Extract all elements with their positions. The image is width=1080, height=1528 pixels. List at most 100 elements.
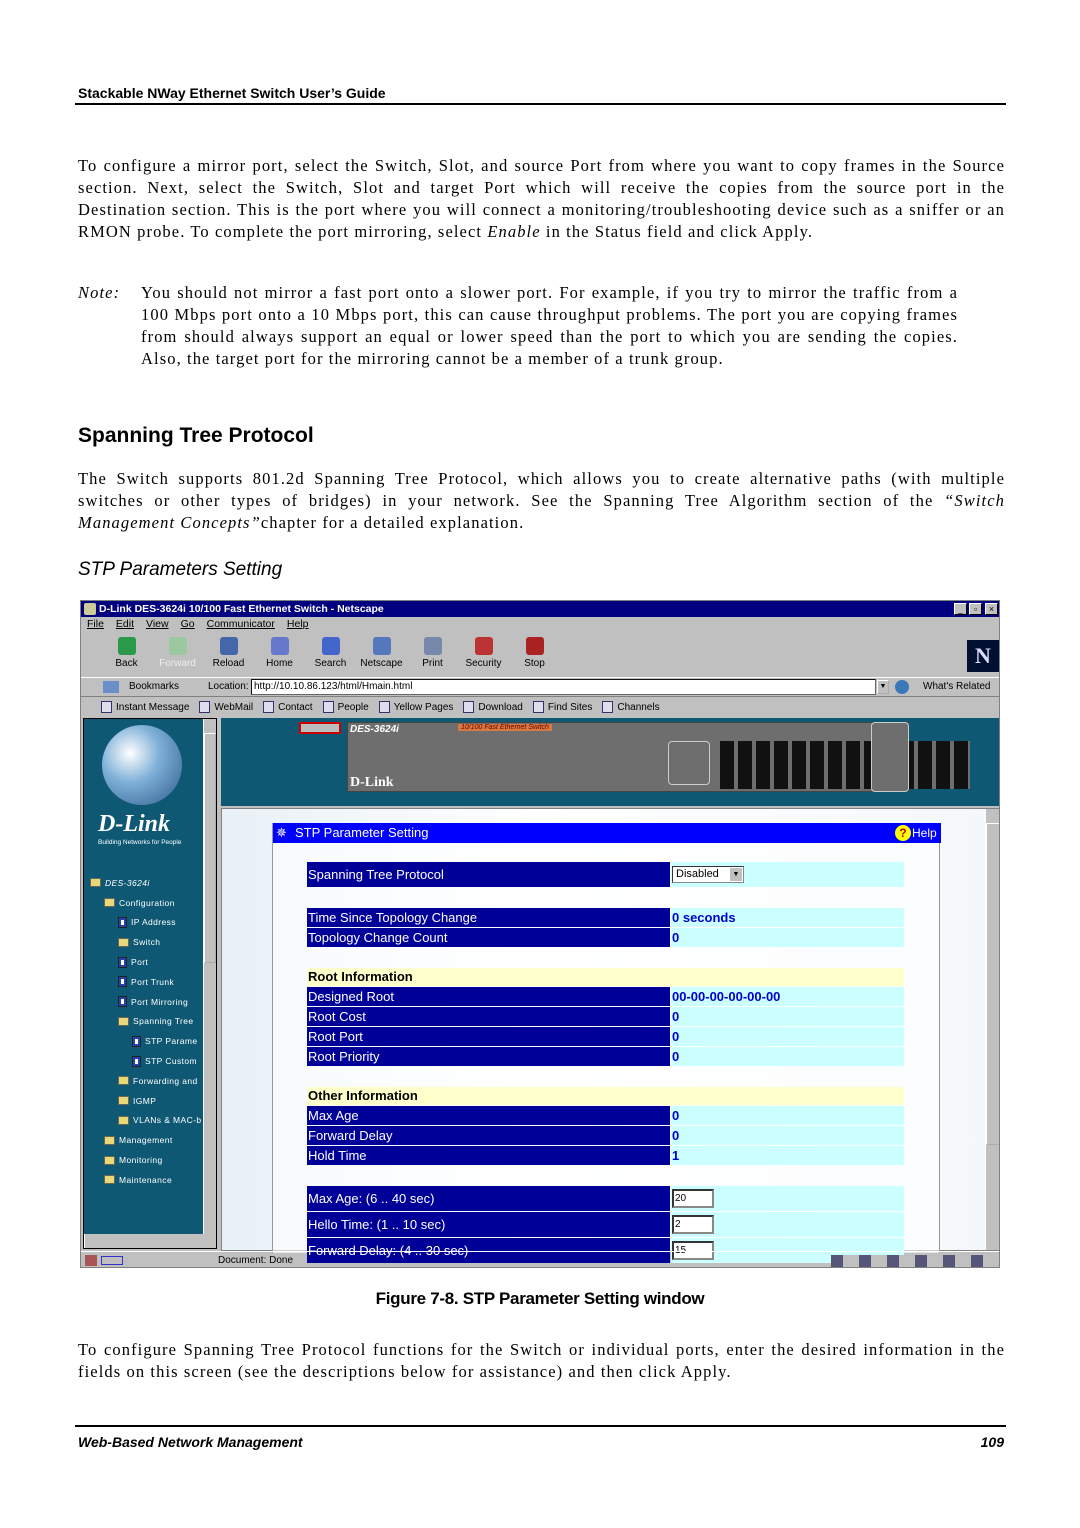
personal-instant-message[interactable]: Instant Message [101,701,189,713]
other-value: 0 [671,1126,904,1145]
folder-icon [118,1115,129,1125]
personal-people[interactable]: People [322,701,369,713]
back-icon [117,637,136,655]
netscape-window-icon [84,603,96,615]
personal-channels[interactable]: Channels [602,701,660,713]
main-vertical-scrollbar[interactable] [985,809,999,1250]
bookmark-page-icon [463,701,475,713]
nav-vertical-scrollbar[interactable] [203,719,216,1234]
print-button[interactable]: Print [407,637,458,669]
status-bar: Document: Done [81,1251,999,1267]
nav-horizontal-scrollbar[interactable] [84,1234,216,1248]
security-button[interactable]: Security [458,637,509,669]
nav-tree: DES-3624i Configuration IP Address Switch Po… [90,873,204,1190]
whats-related-button[interactable]: What's Related [923,681,991,692]
stop-button[interactable]: Stop [509,637,560,669]
parameter-input[interactable]: 2 [672,1215,714,1234]
minimize-button[interactable]: _ [954,603,967,615]
netscape-icon [372,637,391,655]
url-input[interactable]: http://10.10.86.123/html/Hmain.html [251,679,876,695]
parameter-input[interactable]: 20 [672,1189,714,1208]
personal-find-sites[interactable]: Find Sites [532,701,593,713]
close-button[interactable]: × [985,603,998,615]
home-button[interactable]: Home [254,637,305,669]
menu-help[interactable]: Help [287,618,309,630]
outro-text: To configure Spanning Tree Protocol func… [78,1340,1005,1381]
help-icon[interactable]: ? [895,825,911,841]
tree-item[interactable]: IP Address [90,913,204,933]
menu-file[interactable]: File [87,618,104,630]
bookmarks-button[interactable]: Bookmarks [129,681,179,692]
input-row: Hello Time: (1 .. 10 sec) 2 [307,1212,904,1237]
ethernet-ports[interactable] [720,741,970,789]
tree-label: Port Trunk [131,976,175,987]
switch-front-panel[interactable]: DES-3624i 10/100 Fast Ethernet Switch D-… [347,722,970,792]
root-row: Root Cost 0 [307,1007,904,1026]
chevron-down-icon[interactable]: ▼ [730,868,742,881]
tree-item[interactable]: Port Mirroring [90,992,204,1012]
tree-item[interactable]: STP Parame [90,1031,204,1051]
footer-rule [75,1425,1006,1427]
tree-label: Configuration [119,897,175,908]
personal-label: Find Sites [547,701,593,713]
tree-item[interactable]: Monitoring [90,1150,204,1170]
back-button[interactable]: Back [101,637,152,669]
menu-go[interactable]: Go [181,618,195,630]
tree-item[interactable]: Port Trunk [90,972,204,992]
tree-item[interactable]: Maintenance [90,1170,204,1190]
header-rule [75,103,1006,105]
menu-view[interactable]: View [146,618,169,630]
help-link[interactable]: Help [912,826,937,840]
whats-related-icon [895,680,909,694]
section-text: The Switch supports 801.2d Spanning Tree… [78,469,1005,510]
security-lock-icon[interactable] [85,1255,97,1266]
other-value: 0 [671,1106,904,1125]
menu-communicator[interactable]: Communicator [207,618,275,630]
slot1-module[interactable] [668,741,710,785]
root-value: 0 [671,1027,904,1046]
device-banner-frame: DES-3624i 10/100 Fast Ethernet Switch D-… [221,718,999,806]
stp-row: Spanning Tree Protocol Disabled ▼ [307,862,904,887]
tree-label: IP Address [131,917,176,928]
personal-contact[interactable]: Contact [263,701,313,713]
tree-item[interactable]: DES-3624i [90,873,204,893]
tree-item[interactable]: IGMP [90,1091,204,1111]
component-bar-icons[interactable] [831,1255,991,1267]
forward-icon [168,637,187,655]
tree-item[interactable]: Port [90,952,204,972]
toolbar-label: Security [465,658,502,669]
personal-webmail[interactable]: WebMail [199,701,253,713]
tree-item[interactable]: Configuration [90,893,204,913]
other-info-header: Other Information [307,1087,904,1105]
forward-button[interactable]: Forward [152,637,203,669]
toolbar-label: Search [314,658,347,669]
tree-item[interactable]: STP Custom [90,1051,204,1071]
personal-yellow-pages[interactable]: Yellow Pages [378,701,453,713]
bookmark-page-icon [532,701,544,713]
tree-label: Monitoring [119,1155,163,1166]
stp-label: Spanning Tree Protocol [307,862,670,887]
tree-item[interactable]: Management [90,1130,204,1150]
folder-icon [104,1155,115,1165]
search-button[interactable]: Search [305,637,356,669]
tree-item[interactable]: Switch [90,932,204,952]
netscape-button[interactable]: Netscape [356,637,407,669]
tree-item[interactable]: VLANs & MAC-b [90,1111,204,1131]
slot3-module[interactable] [871,722,909,792]
device-thumbnail[interactable] [299,722,341,734]
toolbar-label: Netscape [360,658,403,669]
reload-button[interactable]: Reload [203,637,254,669]
tree-item[interactable]: Forwarding and [90,1071,204,1091]
stp-select[interactable]: Disabled ▼ [672,866,744,883]
reload-icon [219,637,238,655]
note-text: You should not mirror a fast port onto a… [141,283,958,368]
tree-item[interactable]: Spanning Tree [90,1012,204,1032]
maximize-button[interactable]: ▫ [969,603,982,615]
folder-icon [118,1016,129,1026]
intro-end: in the Status field and click Apply. [540,222,814,241]
url-dropdown-button[interactable]: ▼ [877,680,889,694]
folder-icon [90,878,101,888]
personal-label: Contact [278,701,313,713]
menu-edit[interactable]: Edit [116,618,134,630]
personal-download[interactable]: Download [463,701,523,713]
